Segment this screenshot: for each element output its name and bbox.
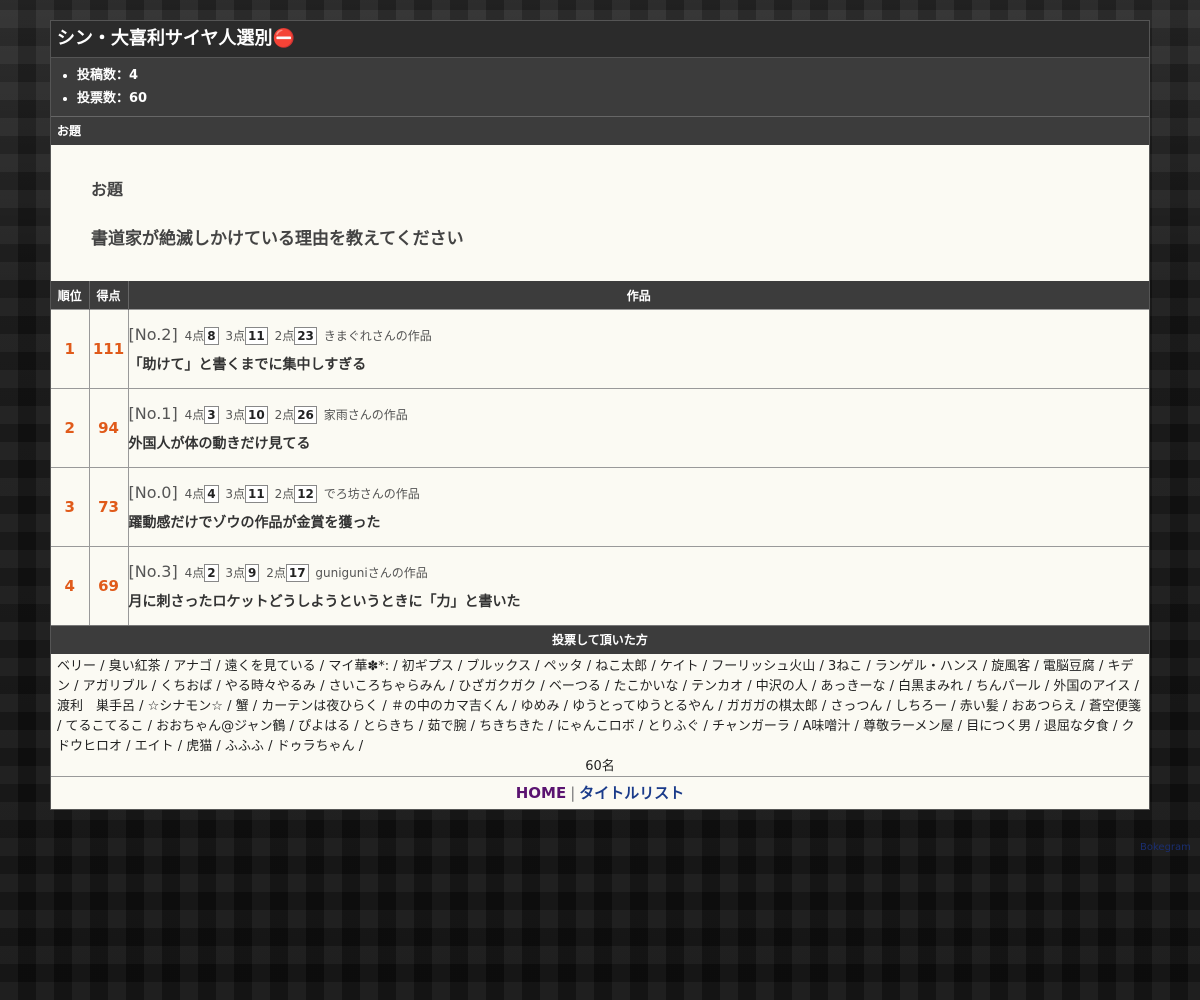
points4-label: 4点	[184, 329, 205, 343]
points4-label: 4点	[184, 566, 205, 580]
points2-count: 12	[294, 485, 317, 503]
work-meta: [No.1] 4点 3 3点 10 2点 26 家雨さんの作品	[129, 402, 1150, 426]
table-row: 2 94 [No.1] 4点 3 3点 10 2点 26 家雨さんの作品 外国人が体の…	[51, 388, 1150, 468]
odai-box: お題 書道家が絶滅しかけている理由を教えてください	[51, 145, 1149, 281]
work-meta: [No.0] 4点 4 3点 11 2点 12 でろ坊さんの作品	[129, 481, 1150, 505]
ranking-header-row: 順位 得点 作品	[51, 281, 1149, 310]
stats-list: 投稿数：4 投票数：60	[51, 58, 1149, 117]
voter-list: ベリー / 臭い紅茶 / アナゴ / 遠くを見ている / マイ華✽*: / 初ギ…	[57, 659, 1142, 754]
page-title: シン・大喜利サイヤ人選別⛔	[51, 21, 1149, 58]
entry-number: [No.2]	[128, 325, 178, 344]
author-name: きまぐれさんの作品	[323, 329, 432, 343]
points2-label: 2点	[274, 487, 295, 501]
work-cell: [No.2] 4点 8 3点 11 2点 23 きまぐれさんの作品 「助けて」と書くま…	[127, 309, 1150, 389]
work-meta: [No.3] 4点 2 3点 9 2点 17 guniguniさんの作品	[129, 560, 1150, 584]
work-cell: [No.3] 4点 2 3点 9 2点 17 guniguniさんの作品 月に刺さった…	[127, 546, 1150, 625]
points4-label: 4点	[184, 487, 205, 501]
score-cell: 73	[88, 467, 128, 547]
post-count: 投稿数：4	[77, 64, 1149, 87]
vote-count: 投票数：60	[77, 87, 1149, 110]
work-cell: [No.1] 4点 3 3点 10 2点 26 家雨さんの作品 外国人が体の動きだけ見…	[127, 388, 1150, 468]
title-list-link[interactable]: タイトルリスト	[579, 784, 684, 802]
points3-label: 3点	[225, 566, 246, 580]
points3-count: 10	[245, 406, 268, 424]
points3-label: 3点	[225, 329, 246, 343]
score-cell: 69	[88, 546, 128, 625]
author-name: guniguniさんの作品	[315, 566, 428, 580]
entry-number: [No.1]	[128, 404, 178, 423]
points2-count: 23	[294, 327, 317, 345]
ranking-table: 順位 得点 作品 1 111 [No.2] 4点 8 3点 11 2点 23 きまぐれ…	[51, 281, 1149, 625]
rank-cell: 2	[51, 388, 89, 468]
work-text: 躍動感だけでゾウの作品が金賞を獲った	[128, 515, 381, 531]
points3-count: 9	[245, 564, 260, 582]
entry-number: [No.3]	[128, 562, 178, 581]
table-row: 4 69 [No.3] 4点 2 3点 9 2点 17 guniguniさんの作品 月…	[51, 546, 1150, 625]
points2-label: 2点	[274, 408, 295, 422]
odai-section-heading: お題	[51, 117, 1149, 145]
points3-label: 3点	[225, 487, 246, 501]
points2-label: 2点	[274, 329, 295, 343]
odai-text: 書道家が絶滅しかけている理由を教えてください	[91, 229, 464, 249]
points4-count: 4	[204, 485, 219, 503]
voter-count: 60名	[585, 759, 615, 774]
points4-count: 3	[204, 406, 219, 424]
points4-count: 8	[204, 327, 219, 345]
author-name: 家雨さんの作品	[323, 408, 408, 422]
work-text: 外国人が体の動きだけ見てる	[128, 436, 311, 452]
points3-label: 3点	[225, 408, 246, 422]
work-text: 月に刺さったロケットどうしようというときに「力」と書いた	[128, 594, 521, 610]
table-row: 3 73 [No.0] 4点 4 3点 11 2点 12 でろ坊さんの作品 躍動感だけ…	[51, 467, 1150, 547]
points2-count: 17	[285, 564, 309, 582]
points4-count: 2	[204, 564, 219, 582]
score-cell: 111	[88, 309, 128, 389]
odai-label: お題	[91, 180, 124, 199]
credit-link[interactable]: Bokegram	[1140, 842, 1191, 853]
voters-box: ベリー / 臭い紅茶 / アナゴ / 遠くを見ている / マイ華✽*: / 初ギ…	[51, 654, 1149, 776]
points2-label: 2点	[266, 566, 286, 580]
work-cell: [No.0] 4点 4 3点 11 2点 12 でろ坊さんの作品 躍動感だけでゾウの作…	[127, 467, 1150, 547]
home-link[interactable]: HOME	[516, 784, 566, 802]
points3-count: 11	[245, 327, 268, 345]
points4-label: 4点	[184, 408, 205, 422]
work-text: 「助けて」と書くまでに集中しすぎる	[128, 357, 367, 373]
work-meta: [No.2] 4点 8 3点 11 2点 23 きまぐれさんの作品	[129, 323, 1150, 347]
voters-heading: 投票して頂いた方	[51, 625, 1149, 654]
author-name: でろ坊さんの作品	[323, 487, 420, 501]
footer-separator: |	[570, 784, 576, 802]
rank-header: 順位	[51, 281, 89, 310]
rank-cell: 1	[51, 309, 89, 389]
entry-number: [No.0]	[128, 483, 178, 502]
footer-links: HOME | タイトルリスト	[51, 776, 1149, 809]
score-header: 得点	[88, 281, 128, 310]
rank-cell: 3	[51, 467, 89, 547]
score-cell: 94	[88, 388, 128, 468]
points2-count: 26	[294, 406, 317, 424]
rank-cell: 4	[51, 546, 89, 625]
points3-count: 11	[245, 485, 268, 503]
main-container: シン・大喜利サイヤ人選別⛔ 投稿数：4 投票数：60 お題 お題 書道家が絶滅し…	[50, 20, 1150, 810]
table-row: 1 111 [No.2] 4点 8 3点 11 2点 23 きまぐれさんの作品 「助け…	[51, 309, 1150, 389]
work-header: 作品	[127, 281, 1149, 310]
